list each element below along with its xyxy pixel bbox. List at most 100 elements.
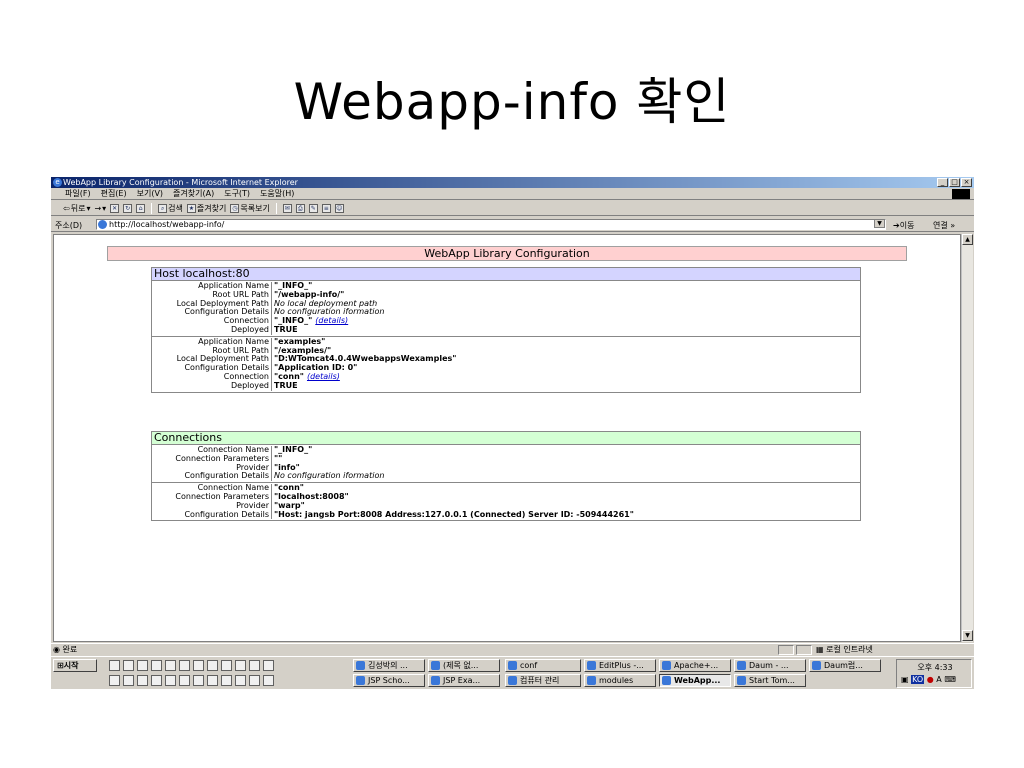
app-icon[interactable]: [151, 660, 162, 671]
links-button[interactable]: 연결 »: [933, 220, 955, 231]
scroll-down-icon[interactable]: ▼: [962, 630, 973, 641]
favorites-button[interactable]: ★ 즐겨찾기: [186, 203, 226, 214]
start-button[interactable]: ⊞시작: [53, 659, 97, 672]
app-icon[interactable]: [207, 675, 218, 686]
window-titlebar[interactable]: e WebApp Library Configuration - Microso…: [51, 177, 974, 188]
go-arrow-icon: ➔: [893, 221, 900, 230]
task-label: WebApp...: [674, 676, 721, 685]
menu-help[interactable]: 도움말(H): [260, 188, 294, 199]
app-icon[interactable]: [109, 675, 120, 686]
ime-indicator[interactable]: KO: [911, 675, 925, 684]
stop-icon[interactable]: ✕: [110, 203, 120, 213]
menu-favorites[interactable]: 즐겨찾기(A): [173, 188, 214, 199]
task-button[interactable]: modules: [584, 674, 656, 687]
home-icon[interactable]: ⌂: [136, 203, 146, 213]
app-icon[interactable]: [235, 660, 246, 671]
config-key: Configuration Details: [152, 510, 272, 520]
app-icon[interactable]: [151, 675, 162, 686]
toolbar: ⇦ 뒤로 ▾ → ▾ ✕ ↻ ⌂ ⌕ 검색 ★ 즐겨찾기 ◷ 목록보기 ✉ ⎙ ✎ ≡ ☺: [51, 201, 974, 216]
keyboard-icon[interactable]: ⌨: [944, 675, 956, 684]
config-value-text: No configuration iformation: [274, 471, 385, 481]
app-icon[interactable]: [221, 660, 232, 671]
task-button[interactable]: 컴퓨터 관리: [505, 674, 581, 687]
app-icon[interactable]: [123, 675, 134, 686]
config-row: Deployed TRUE: [152, 325, 860, 335]
task-button[interactable]: Daum럽...: [809, 659, 881, 672]
task-button[interactable]: JSP Exa...: [428, 674, 500, 687]
menu-tools[interactable]: 도구(T): [224, 188, 250, 199]
refresh-icon[interactable]: ↻: [123, 203, 133, 213]
details-link[interactable]: (details): [307, 372, 340, 381]
task-button[interactable]: Apache+...: [659, 659, 731, 672]
discuss-icon[interactable]: ≡: [321, 203, 331, 213]
config-key: Deployed: [152, 381, 272, 391]
minimize-icon[interactable]: _: [937, 178, 948, 187]
app-icon[interactable]: [221, 675, 232, 686]
forward-button[interactable]: → ▾: [94, 204, 106, 213]
menu-file[interactable]: 파일(F): [65, 188, 91, 199]
close-icon[interactable]: ×: [961, 178, 972, 187]
config-value-text: "info": [274, 462, 300, 472]
clock[interactable]: 오후 4:33: [897, 662, 973, 673]
back-button[interactable]: ⇦ 뒤로 ▾: [63, 203, 90, 214]
page-viewport[interactable]: WebApp Library Configuration Host localh…: [53, 234, 961, 642]
search-button[interactable]: ⌕ 검색: [158, 203, 183, 214]
menu-view[interactable]: 보기(V): [137, 188, 163, 199]
app-icon[interactable]: [179, 675, 190, 686]
config-group: Application Name "examples" Root URL Path "…: [152, 337, 860, 392]
address-dropdown-icon[interactable]: ▼: [874, 219, 885, 228]
vertical-scrollbar[interactable]: ▲ ▼: [961, 234, 973, 642]
scroll-up-icon[interactable]: ▲: [962, 234, 973, 245]
app-icon[interactable]: [207, 660, 218, 671]
mail-icon[interactable]: ✉: [282, 203, 292, 213]
messenger-icon[interactable]: ☺: [334, 203, 344, 213]
browser-screenshot: e WebApp Library Configuration - Microso…: [51, 177, 974, 689]
host-app-list: Application Name "_INFO_" Root URL Path "/w…: [152, 281, 860, 392]
app-icon[interactable]: [165, 660, 176, 671]
edit-icon[interactable]: ✎: [308, 203, 318, 213]
back-arrow-icon: ⇦: [63, 203, 70, 213]
record-icon[interactable]: ●: [927, 675, 934, 684]
print-icon[interactable]: ⎙: [295, 203, 305, 213]
app-icon[interactable]: [193, 675, 204, 686]
task-button[interactable]: Start Tom...: [734, 674, 806, 687]
task-label: Apache+...: [674, 661, 719, 670]
app-icon[interactable]: [123, 660, 134, 671]
maximize-icon[interactable]: □: [949, 178, 960, 187]
app-icon[interactable]: [249, 660, 260, 671]
app-icon[interactable]: [137, 675, 148, 686]
task-label: 컴퓨터 관리: [520, 676, 560, 685]
task-button[interactable]: Daum - ...: [734, 659, 806, 672]
font-icon[interactable]: A: [936, 675, 941, 684]
connection-list: Connection Name "_INFO_" Connection Parame…: [152, 445, 860, 520]
config-row: Configuration Details "Host: jangsb Port:…: [152, 510, 860, 520]
word-icon[interactable]: [179, 660, 190, 671]
app-icon[interactable]: [263, 660, 274, 671]
task-button[interactable]: conf: [505, 659, 581, 672]
ie-launch-icon[interactable]: [137, 660, 148, 671]
app-icon[interactable]: [263, 675, 274, 686]
address-input[interactable]: http://localhost/webapp-info/: [96, 219, 886, 230]
config-value: TRUE: [272, 325, 298, 335]
quick-launch-row2: [109, 675, 274, 686]
app-icon[interactable]: [235, 675, 246, 686]
go-button[interactable]: ➔이동: [893, 220, 914, 231]
config-row: Configuration Details No configuration if…: [152, 471, 860, 482]
history-button[interactable]: ◷ 목록보기: [230, 203, 270, 214]
network-icon[interactable]: ▣: [901, 675, 909, 684]
config-value-text: "_INFO_": [274, 281, 313, 290]
task-button[interactable]: (제목 없...: [428, 659, 500, 672]
config-value-text: "localhost:8008": [274, 491, 349, 501]
task-button[interactable]: 김성박의 ...: [353, 659, 425, 672]
task-button-active[interactable]: WebApp...: [659, 674, 731, 687]
desktop-icon[interactable]: [109, 660, 120, 671]
task-button[interactable]: JSP Scho...: [353, 674, 425, 687]
menu-edit[interactable]: 편집(E): [101, 188, 127, 199]
menu-bar: 파일(F) 편집(E) 보기(V) 즐겨찾기(A) 도구(T) 도움말(H): [51, 188, 974, 200]
start-label: 시작: [63, 661, 79, 670]
app-icon[interactable]: [249, 675, 260, 686]
task-button[interactable]: EditPlus -...: [584, 659, 656, 672]
app-icon[interactable]: [165, 675, 176, 686]
app-icon[interactable]: [193, 660, 204, 671]
details-link[interactable]: (details): [315, 316, 348, 325]
